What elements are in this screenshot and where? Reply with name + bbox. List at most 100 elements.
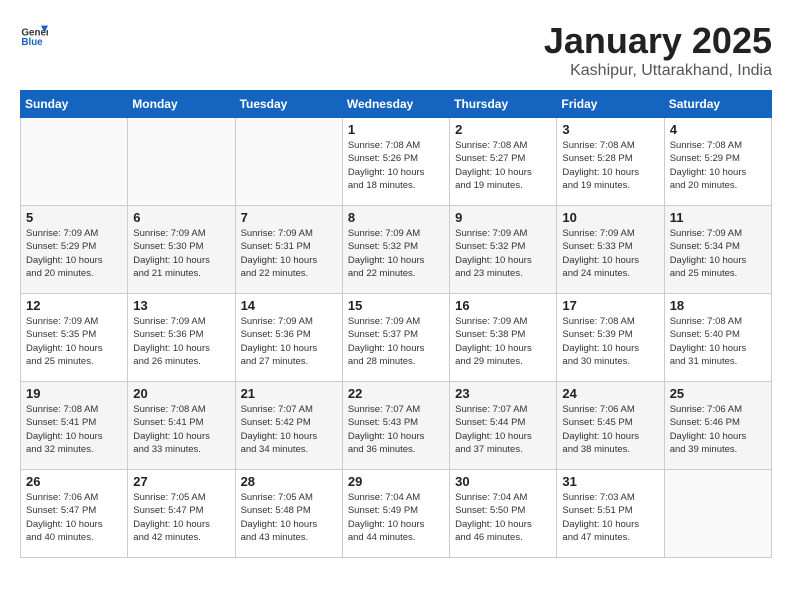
header-saturday: Saturday <box>664 91 771 118</box>
calendar-cell: 5 Sunrise: 7:09 AM Sunset: 5:29 PM Daylig… <box>21 206 128 294</box>
day-info: Sunrise: 7:09 AM Sunset: 5:35 PM Dayligh… <box>26 315 122 368</box>
day-number: 24 <box>562 386 658 401</box>
day-info: Sunrise: 7:07 AM Sunset: 5:44 PM Dayligh… <box>455 403 551 456</box>
day-number: 10 <box>562 210 658 225</box>
day-info: Sunrise: 7:07 AM Sunset: 5:43 PM Dayligh… <box>348 403 444 456</box>
day-number: 5 <box>26 210 122 225</box>
calendar-cell: 3 Sunrise: 7:08 AM Sunset: 5:28 PM Daylig… <box>557 118 664 206</box>
day-info: Sunrise: 7:09 AM Sunset: 5:34 PM Dayligh… <box>670 227 766 280</box>
day-number: 2 <box>455 122 551 137</box>
day-number: 17 <box>562 298 658 313</box>
header-tuesday: Tuesday <box>235 91 342 118</box>
day-info: Sunrise: 7:05 AM Sunset: 5:48 PM Dayligh… <box>241 491 337 544</box>
day-number: 1 <box>348 122 444 137</box>
day-info: Sunrise: 7:09 AM Sunset: 5:32 PM Dayligh… <box>348 227 444 280</box>
day-info: Sunrise: 7:03 AM Sunset: 5:51 PM Dayligh… <box>562 491 658 544</box>
header-friday: Friday <box>557 91 664 118</box>
calendar-cell: 2 Sunrise: 7:08 AM Sunset: 5:27 PM Daylig… <box>450 118 557 206</box>
svg-text:Blue: Blue <box>21 37 43 48</box>
header-sunday: Sunday <box>21 91 128 118</box>
calendar-cell: 13 Sunrise: 7:09 AM Sunset: 5:36 PM Dayli… <box>128 294 235 382</box>
day-info: Sunrise: 7:09 AM Sunset: 5:29 PM Dayligh… <box>26 227 122 280</box>
day-number: 29 <box>348 474 444 489</box>
week-row-1: 1 Sunrise: 7:08 AM Sunset: 5:26 PM Daylig… <box>21 118 772 206</box>
day-number: 30 <box>455 474 551 489</box>
day-info: Sunrise: 7:06 AM Sunset: 5:45 PM Dayligh… <box>562 403 658 456</box>
day-number: 27 <box>133 474 229 489</box>
calendar-cell: 12 Sunrise: 7:09 AM Sunset: 5:35 PM Dayli… <box>21 294 128 382</box>
calendar-cell: 6Sunrise: 7:09 AM Sunset: 5:30 PM Daylig… <box>128 206 235 294</box>
calendar-cell: 29 Sunrise: 7:04 AM Sunset: 5:49 PM Dayli… <box>342 470 449 558</box>
day-number: 31 <box>562 474 658 489</box>
calendar-cell: 22Sunrise: 7:07 AM Sunset: 5:43 PM Dayli… <box>342 382 449 470</box>
calendar-cell: 1 Sunrise: 7:08 AM Sunset: 5:26 PM Daylig… <box>342 118 449 206</box>
day-number: 18 <box>670 298 766 313</box>
calendar-header-row: SundayMondayTuesdayWednesdayThursdayFrid… <box>21 91 772 118</box>
day-info: Sunrise: 7:04 AM Sunset: 5:49 PM Dayligh… <box>348 491 444 544</box>
day-info: Sunrise: 7:06 AM Sunset: 5:46 PM Dayligh… <box>670 403 766 456</box>
day-number: 25 <box>670 386 766 401</box>
calendar-table: SundayMondayTuesdayWednesdayThursdayFrid… <box>20 90 772 558</box>
calendar-cell <box>664 470 771 558</box>
day-info: Sunrise: 7:08 AM Sunset: 5:41 PM Dayligh… <box>26 403 122 456</box>
calendar-cell: 4 Sunrise: 7:08 AM Sunset: 5:29 PM Daylig… <box>664 118 771 206</box>
header-monday: Monday <box>128 91 235 118</box>
page-header: General Blue January 2025 Kashipur, Utta… <box>20 20 772 80</box>
header-thursday: Thursday <box>450 91 557 118</box>
calendar-cell <box>128 118 235 206</box>
day-number: 14 <box>241 298 337 313</box>
calendar-cell: 7 Sunrise: 7:09 AM Sunset: 5:31 PM Daylig… <box>235 206 342 294</box>
day-number: 11 <box>670 210 766 225</box>
calendar-title: January 2025 <box>544 20 772 62</box>
day-info: Sunrise: 7:09 AM Sunset: 5:36 PM Dayligh… <box>241 315 337 368</box>
day-number: 7 <box>241 210 337 225</box>
day-number: 23 <box>455 386 551 401</box>
day-number: 28 <box>241 474 337 489</box>
day-info: Sunrise: 7:07 AM Sunset: 5:42 PM Dayligh… <box>241 403 337 456</box>
calendar-cell: 8 Sunrise: 7:09 AM Sunset: 5:32 PM Daylig… <box>342 206 449 294</box>
calendar-cell: 23 Sunrise: 7:07 AM Sunset: 5:44 PM Dayli… <box>450 382 557 470</box>
calendar-cell: 10Sunrise: 7:09 AM Sunset: 5:33 PM Dayli… <box>557 206 664 294</box>
day-number: 4 <box>670 122 766 137</box>
logo: General Blue <box>20 20 48 48</box>
calendar-cell: 14 Sunrise: 7:09 AM Sunset: 5:36 PM Dayli… <box>235 294 342 382</box>
calendar-cell: 18 Sunrise: 7:08 AM Sunset: 5:40 PM Dayli… <box>664 294 771 382</box>
title-area: January 2025 Kashipur, Uttarakhand, Indi… <box>544 20 772 80</box>
day-number: 21 <box>241 386 337 401</box>
day-info: Sunrise: 7:09 AM Sunset: 5:31 PM Dayligh… <box>241 227 337 280</box>
calendar-cell: 21 Sunrise: 7:07 AM Sunset: 5:42 PM Dayli… <box>235 382 342 470</box>
day-number: 9 <box>455 210 551 225</box>
day-info: Sunrise: 7:09 AM Sunset: 5:30 PM Dayligh… <box>133 227 229 280</box>
calendar-cell: 31 Sunrise: 7:03 AM Sunset: 5:51 PM Dayli… <box>557 470 664 558</box>
week-row-4: 19 Sunrise: 7:08 AM Sunset: 5:41 PM Dayli… <box>21 382 772 470</box>
day-info: Sunrise: 7:09 AM Sunset: 5:32 PM Dayligh… <box>455 227 551 280</box>
calendar-cell: 27 Sunrise: 7:05 AM Sunset: 5:47 PM Dayli… <box>128 470 235 558</box>
day-info: Sunrise: 7:08 AM Sunset: 5:29 PM Dayligh… <box>670 139 766 192</box>
day-info: Sunrise: 7:05 AM Sunset: 5:47 PM Dayligh… <box>133 491 229 544</box>
day-info: Sunrise: 7:08 AM Sunset: 5:41 PM Dayligh… <box>133 403 229 456</box>
day-number: 12 <box>26 298 122 313</box>
calendar-cell: 19 Sunrise: 7:08 AM Sunset: 5:41 PM Dayli… <box>21 382 128 470</box>
day-number: 13 <box>133 298 229 313</box>
day-number: 8 <box>348 210 444 225</box>
calendar-cell: 11 Sunrise: 7:09 AM Sunset: 5:34 PM Dayli… <box>664 206 771 294</box>
day-info: Sunrise: 7:09 AM Sunset: 5:36 PM Dayligh… <box>133 315 229 368</box>
week-row-3: 12 Sunrise: 7:09 AM Sunset: 5:35 PM Dayli… <box>21 294 772 382</box>
calendar-cell: 30 Sunrise: 7:04 AM Sunset: 5:50 PM Dayli… <box>450 470 557 558</box>
calendar-cell: 17 Sunrise: 7:08 AM Sunset: 5:39 PM Dayli… <box>557 294 664 382</box>
day-number: 26 <box>26 474 122 489</box>
calendar-cell: 20 Sunrise: 7:08 AM Sunset: 5:41 PM Dayli… <box>128 382 235 470</box>
day-info: Sunrise: 7:08 AM Sunset: 5:28 PM Dayligh… <box>562 139 658 192</box>
day-number: 16 <box>455 298 551 313</box>
calendar-cell: 9 Sunrise: 7:09 AM Sunset: 5:32 PM Daylig… <box>450 206 557 294</box>
day-info: Sunrise: 7:08 AM Sunset: 5:39 PM Dayligh… <box>562 315 658 368</box>
day-info: Sunrise: 7:09 AM Sunset: 5:37 PM Dayligh… <box>348 315 444 368</box>
day-info: Sunrise: 7:04 AM Sunset: 5:50 PM Dayligh… <box>455 491 551 544</box>
day-number: 3 <box>562 122 658 137</box>
day-info: Sunrise: 7:08 AM Sunset: 5:26 PM Dayligh… <box>348 139 444 192</box>
header-wednesday: Wednesday <box>342 91 449 118</box>
day-number: 20 <box>133 386 229 401</box>
day-number: 19 <box>26 386 122 401</box>
day-info: Sunrise: 7:08 AM Sunset: 5:27 PM Dayligh… <box>455 139 551 192</box>
day-info: Sunrise: 7:08 AM Sunset: 5:40 PM Dayligh… <box>670 315 766 368</box>
